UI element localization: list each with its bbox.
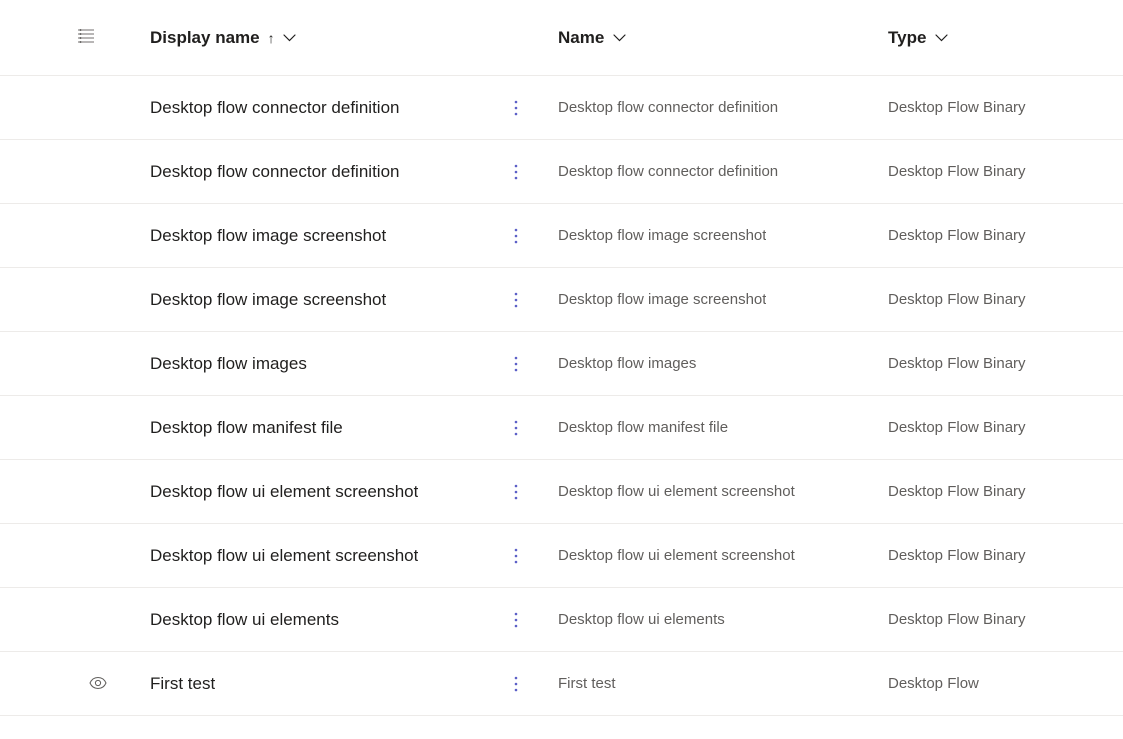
name-text: Desktop flow image screenshot <box>558 227 766 244</box>
displayname-cell: Desktop flow connector definition <box>118 94 558 122</box>
column-header-name[interactable]: Name <box>558 28 888 48</box>
displayname-cell: Desktop flow ui element screenshot <box>118 478 558 506</box>
more-actions-button[interactable] <box>506 542 526 570</box>
more-actions-button[interactable] <box>506 94 526 122</box>
type-text: Desktop Flow Binary <box>888 99 1026 116</box>
more-actions-button[interactable] <box>506 606 526 634</box>
filter-list-icon[interactable] <box>78 29 94 46</box>
displayname-text[interactable]: First test <box>150 674 215 694</box>
sort-ascending-icon: ↑ <box>268 30 275 46</box>
type-text: Desktop Flow Binary <box>888 163 1026 180</box>
table-row[interactable]: Desktop flow image screenshot Desktop flo… <box>0 204 1123 268</box>
table-row[interactable]: First test First test Desktop Flow <box>0 652 1123 716</box>
displayname-cell: First test <box>118 670 558 698</box>
type-text: Desktop Flow Binary <box>888 483 1026 500</box>
displayname-text[interactable]: Desktop flow image screenshot <box>150 226 386 246</box>
type-cell: Desktop Flow Binary <box>888 611 1123 628</box>
displayname-text[interactable]: Desktop flow images <box>150 354 307 374</box>
table-header: Display name ↑ Name Type <box>0 0 1123 76</box>
table-row[interactable]: Desktop flow ui element screenshot Deskto… <box>0 460 1123 524</box>
name-text: Desktop flow manifest file <box>558 419 728 436</box>
table-row[interactable]: Desktop flow connector definition Desktop… <box>0 76 1123 140</box>
name-text: Desktop flow images <box>558 355 696 372</box>
more-actions-button[interactable] <box>506 414 526 442</box>
type-text: Desktop Flow Binary <box>888 419 1026 436</box>
more-actions-button[interactable] <box>506 670 526 698</box>
displayname-cell: Desktop flow ui elements <box>118 606 558 634</box>
chevron-down-icon <box>283 31 297 45</box>
displayname-cell: Desktop flow images <box>118 350 558 378</box>
more-actions-button[interactable] <box>506 286 526 314</box>
name-text: First test <box>558 675 616 692</box>
name-cell: Desktop flow image screenshot <box>558 291 888 308</box>
table-row[interactable]: Desktop flow connector definition Desktop… <box>0 140 1123 204</box>
filter-list-column <box>78 29 118 46</box>
type-text: Desktop Flow <box>888 675 979 692</box>
table-row[interactable]: Desktop flow images Desktop flow images De… <box>0 332 1123 396</box>
column-type-label: Type <box>888 28 926 48</box>
type-cell: Desktop Flow Binary <box>888 99 1123 116</box>
column-header-type[interactable]: Type <box>888 28 1123 48</box>
type-cell: Desktop Flow Binary <box>888 355 1123 372</box>
displayname-text[interactable]: Desktop flow ui element screenshot <box>150 546 418 566</box>
type-cell: Desktop Flow Binary <box>888 227 1123 244</box>
name-text: Desktop flow connector definition <box>558 99 778 116</box>
name-cell: Desktop flow ui element screenshot <box>558 547 888 564</box>
type-text: Desktop Flow Binary <box>888 547 1026 564</box>
name-cell: Desktop flow connector definition <box>558 163 888 180</box>
type-cell: Desktop Flow <box>888 675 1123 692</box>
column-displayname-label: Display name <box>150 28 260 48</box>
type-cell: Desktop Flow Binary <box>888 483 1123 500</box>
more-actions-button[interactable] <box>506 478 526 506</box>
displayname-cell: Desktop flow connector definition <box>118 158 558 186</box>
column-name-label: Name <box>558 28 604 48</box>
type-cell: Desktop Flow Binary <box>888 419 1123 436</box>
name-cell: Desktop flow images <box>558 355 888 372</box>
chevron-down-icon <box>934 31 948 45</box>
name-text: Desktop flow ui elements <box>558 611 725 628</box>
table-row[interactable]: Desktop flow manifest file Desktop flow m… <box>0 396 1123 460</box>
type-text: Desktop Flow Binary <box>888 291 1026 308</box>
name-text: Desktop flow ui element screenshot <box>558 483 795 500</box>
name-text: Desktop flow connector definition <box>558 163 778 180</box>
name-text: Desktop flow ui element screenshot <box>558 547 795 564</box>
name-cell: Desktop flow manifest file <box>558 419 888 436</box>
name-cell: Desktop flow ui element screenshot <box>558 483 888 500</box>
table-row[interactable]: Desktop flow ui elements Desktop flow ui … <box>0 588 1123 652</box>
table-row[interactable]: Desktop flow ui element screenshot Deskto… <box>0 524 1123 588</box>
column-header-displayname[interactable]: Display name ↑ <box>118 28 558 48</box>
displayname-cell: Desktop flow image screenshot <box>118 286 558 314</box>
displayname-text[interactable]: Desktop flow image screenshot <box>150 290 386 310</box>
displayname-text[interactable]: Desktop flow connector definition <box>150 162 399 182</box>
table-row[interactable]: Desktop flow image screenshot Desktop flo… <box>0 268 1123 332</box>
name-cell: Desktop flow connector definition <box>558 99 888 116</box>
displayname-text[interactable]: Desktop flow ui element screenshot <box>150 482 418 502</box>
type-text: Desktop Flow Binary <box>888 227 1026 244</box>
displayname-text[interactable]: Desktop flow manifest file <box>150 418 343 438</box>
more-actions-button[interactable] <box>506 350 526 378</box>
type-text: Desktop Flow Binary <box>888 355 1026 372</box>
name-cell: Desktop flow image screenshot <box>558 227 888 244</box>
name-cell: First test <box>558 675 888 692</box>
type-text: Desktop Flow Binary <box>888 611 1026 628</box>
displayname-cell: Desktop flow manifest file <box>118 414 558 442</box>
chevron-down-icon <box>612 31 626 45</box>
more-actions-button[interactable] <box>506 222 526 250</box>
table-body: Desktop flow connector definition Desktop… <box>0 76 1123 716</box>
displayname-cell: Desktop flow image screenshot <box>118 222 558 250</box>
data-table: Display name ↑ Name Type <box>0 0 1123 716</box>
displayname-text[interactable]: Desktop flow ui elements <box>150 610 339 630</box>
displayname-text[interactable]: Desktop flow connector definition <box>150 98 399 118</box>
type-cell: Desktop Flow Binary <box>888 291 1123 308</box>
displayname-cell: Desktop flow ui element screenshot <box>118 542 558 570</box>
name-text: Desktop flow image screenshot <box>558 291 766 308</box>
type-cell: Desktop Flow Binary <box>888 547 1123 564</box>
eye-icon <box>89 676 107 692</box>
type-cell: Desktop Flow Binary <box>888 163 1123 180</box>
row-visibility-cell <box>78 676 118 692</box>
name-cell: Desktop flow ui elements <box>558 611 888 628</box>
more-actions-button[interactable] <box>506 158 526 186</box>
